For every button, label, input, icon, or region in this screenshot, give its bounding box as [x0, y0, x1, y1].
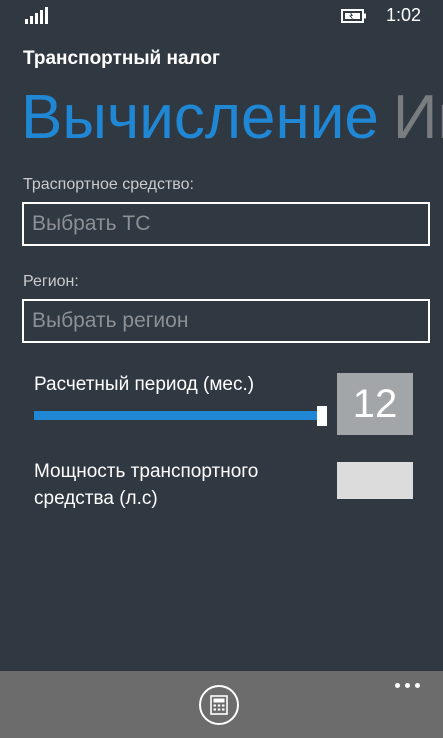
app-bar [0, 671, 443, 738]
region-label: Регион: [23, 273, 79, 290]
pivot-item-calculation[interactable]: Вычисление [21, 83, 379, 152]
more-dots-icon[interactable] [395, 681, 421, 691]
signal-strength-icon [25, 6, 49, 24]
period-label: Расчетный период (мес.) [34, 374, 255, 395]
period-slider-fill [34, 411, 317, 420]
vehicle-label: Траспортное средство: [23, 176, 194, 193]
calculator-icon [210, 695, 228, 715]
vehicle-select[interactable]: Выбрать ТС [22, 202, 430, 246]
period-slider[interactable] [34, 406, 327, 426]
status-bar: 1:02 [0, 0, 443, 34]
period-value: 12 [337, 373, 413, 435]
power-label: Мощность транспортного средства (л.с) [34, 461, 259, 509]
app-title: Транспортный налог [23, 48, 220, 69]
pivot-item-info[interactable]: Ин [393, 83, 443, 152]
period-slider-thumb[interactable] [317, 406, 327, 426]
status-time: 1:02 [385, 5, 421, 25]
pivot-header: ВычислениеИн [21, 80, 443, 155]
calculate-button[interactable] [199, 685, 239, 725]
power-input[interactable] [337, 462, 413, 499]
battery-charging-icon [341, 8, 367, 24]
region-select[interactable]: Выбрать регион [22, 299, 430, 343]
